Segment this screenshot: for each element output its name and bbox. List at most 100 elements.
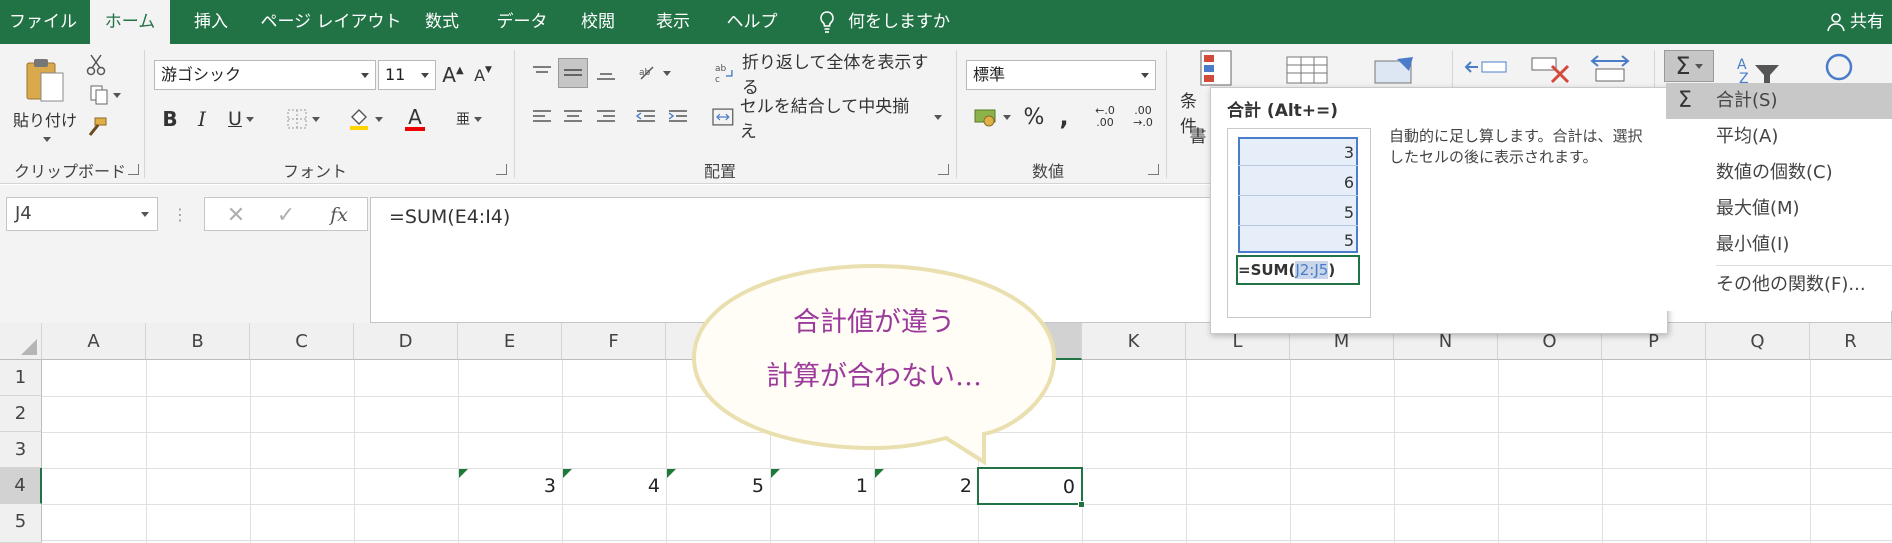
grow-font-button[interactable]: A ▲ xyxy=(440,60,466,90)
tab-formulas[interactable]: 数式 xyxy=(414,0,470,44)
table-icon xyxy=(1286,56,1328,84)
tab-help[interactable]: ヘルプ xyxy=(720,0,784,44)
format-cells-button[interactable] xyxy=(1586,50,1634,86)
column-header-r[interactable]: R xyxy=(1810,323,1892,360)
font-name-combo[interactable]: 游ゴシック xyxy=(154,60,376,90)
menu-item-max[interactable]: 最大値(M) xyxy=(1666,191,1892,227)
sort-filter-button[interactable]: AZ xyxy=(1732,52,1786,86)
align-left-button[interactable] xyxy=(528,102,556,132)
cell-i4[interactable]: 2 xyxy=(874,468,978,504)
currency-format-button[interactable] xyxy=(966,102,1018,132)
fill-handle[interactable] xyxy=(1078,501,1085,508)
wrap-text-button[interactable]: ab c 折り返して全体を表示する xyxy=(714,53,944,98)
increase-decimal-button[interactable]: ←.0.00 xyxy=(1088,102,1122,132)
separator xyxy=(956,50,957,178)
merge-center-label: セルを結合して中央揃え xyxy=(739,97,910,142)
column-header-e[interactable]: E xyxy=(458,323,562,360)
menu-item-more-functions[interactable]: その他の関数(F)... xyxy=(1666,267,1892,303)
cell-h4[interactable]: 1 xyxy=(770,468,874,504)
conditional-format-button[interactable] xyxy=(1186,48,1246,88)
menu-item-average[interactable]: 平均(A) xyxy=(1666,119,1892,155)
align-center-button[interactable] xyxy=(558,102,588,132)
share-button[interactable]: 共有 xyxy=(1826,0,1884,44)
shrink-font-button[interactable]: A ▼ xyxy=(470,60,496,90)
copy-button[interactable] xyxy=(84,82,126,108)
align-middle-button[interactable] xyxy=(558,58,588,88)
column-header-q[interactable]: Q xyxy=(1706,323,1810,360)
tell-me-search[interactable]: 何をしますか xyxy=(848,0,978,44)
phonetic-button[interactable]: 亜 xyxy=(446,104,492,134)
insert-function-button[interactable]: fx xyxy=(319,200,359,230)
autosum-button[interactable]: Σ xyxy=(1664,50,1714,82)
cell-f4[interactable]: 4 xyxy=(562,468,666,504)
decrease-decimal-button[interactable]: .00 →.0 xyxy=(1126,102,1160,132)
cell-g4[interactable]: 5 xyxy=(666,468,770,504)
row-header-1[interactable]: 1 xyxy=(0,360,42,396)
format-as-table-button[interactable] xyxy=(1282,54,1332,86)
align-top-button[interactable] xyxy=(528,58,556,88)
decrease-indent-button[interactable] xyxy=(632,102,660,132)
tab-view[interactable]: 表示 xyxy=(644,0,702,44)
column-header-k[interactable]: K xyxy=(1082,323,1186,360)
column-header-d[interactable]: D xyxy=(354,323,458,360)
align-right-button[interactable] xyxy=(592,102,620,132)
wrap-text-icon: abc xyxy=(715,64,733,84)
italic-button[interactable]: I xyxy=(188,104,216,134)
column-header-a[interactable]: A xyxy=(42,323,146,360)
preview-formula-ref: J2:J5 xyxy=(1295,261,1329,279)
underline-letter: U xyxy=(228,108,242,130)
cell-e4[interactable]: 3 xyxy=(458,468,562,504)
tab-page-layout[interactable]: ページ レイアウト xyxy=(256,0,406,44)
menu-item-min[interactable]: 最小値(I) xyxy=(1666,227,1892,263)
paste-button[interactable]: 貼り付け xyxy=(12,52,78,146)
gridline xyxy=(1394,360,1395,543)
cell-j4-selected[interactable]: 0 xyxy=(977,467,1083,505)
name-box[interactable]: J4 xyxy=(6,197,158,231)
borders-icon xyxy=(287,109,307,129)
cancel-icon[interactable]: ✕ xyxy=(219,200,253,230)
row-header-3[interactable]: 3 xyxy=(0,432,42,468)
menu-item-sum[interactable]: 合計(S) xyxy=(1666,83,1892,119)
align-bottom-button[interactable] xyxy=(592,58,620,88)
lightbulb-icon xyxy=(820,11,834,33)
number-format-combo[interactable]: 標準 xyxy=(966,60,1156,90)
column-header-f[interactable]: F xyxy=(562,323,666,360)
drag-handle-icon[interactable]: ⋮ xyxy=(172,201,188,227)
bold-button[interactable]: B xyxy=(156,104,184,134)
alignment-launcher-icon[interactable] xyxy=(938,164,949,175)
insert-cells-button[interactable] xyxy=(1462,52,1510,86)
font-launcher-icon[interactable] xyxy=(496,164,507,175)
number-launcher-icon[interactable] xyxy=(1148,164,1159,175)
row-header-2[interactable]: 2 xyxy=(0,396,42,432)
column-header-b[interactable]: B xyxy=(146,323,250,360)
row-header-5[interactable]: 5 xyxy=(0,504,42,543)
row-header-4[interactable]: 4 xyxy=(0,468,42,504)
align-center-icon xyxy=(564,110,582,122)
font-color-button[interactable]: A xyxy=(392,104,438,134)
menu-item-count[interactable]: 数値の個数(C) xyxy=(1666,155,1892,191)
merge-cells-icon xyxy=(712,108,734,126)
clipboard-launcher-icon[interactable] xyxy=(128,164,139,175)
font-size-combo[interactable]: 11 xyxy=(378,60,436,90)
find-select-button[interactable] xyxy=(1814,50,1864,86)
tab-review[interactable]: 校閲 xyxy=(568,0,628,44)
select-all-corner[interactable] xyxy=(0,323,42,360)
underline-button[interactable]: U xyxy=(220,104,262,134)
increase-indent-button[interactable] xyxy=(664,102,692,132)
tab-home[interactable]: ホーム xyxy=(90,0,170,44)
cut-button[interactable] xyxy=(84,52,108,78)
enter-icon[interactable]: ✓ xyxy=(269,200,303,230)
cell-styles-button[interactable] xyxy=(1370,54,1420,86)
fill-color-button[interactable] xyxy=(342,104,388,134)
tab-data[interactable]: データ xyxy=(490,0,554,44)
borders-button[interactable] xyxy=(280,104,326,134)
comma-button[interactable]: , xyxy=(1052,102,1076,132)
format-painter-button[interactable] xyxy=(84,114,110,140)
merge-center-button[interactable]: セルを結合して中央揃え xyxy=(712,97,942,142)
orientation-button[interactable]: ab xyxy=(636,58,672,88)
tab-insert[interactable]: 挿入 xyxy=(176,0,246,44)
column-header-c[interactable]: C xyxy=(250,323,354,360)
percent-button[interactable]: % xyxy=(1020,102,1048,132)
delete-cells-button[interactable] xyxy=(1526,52,1574,86)
tab-file[interactable]: ファイル xyxy=(0,0,86,44)
